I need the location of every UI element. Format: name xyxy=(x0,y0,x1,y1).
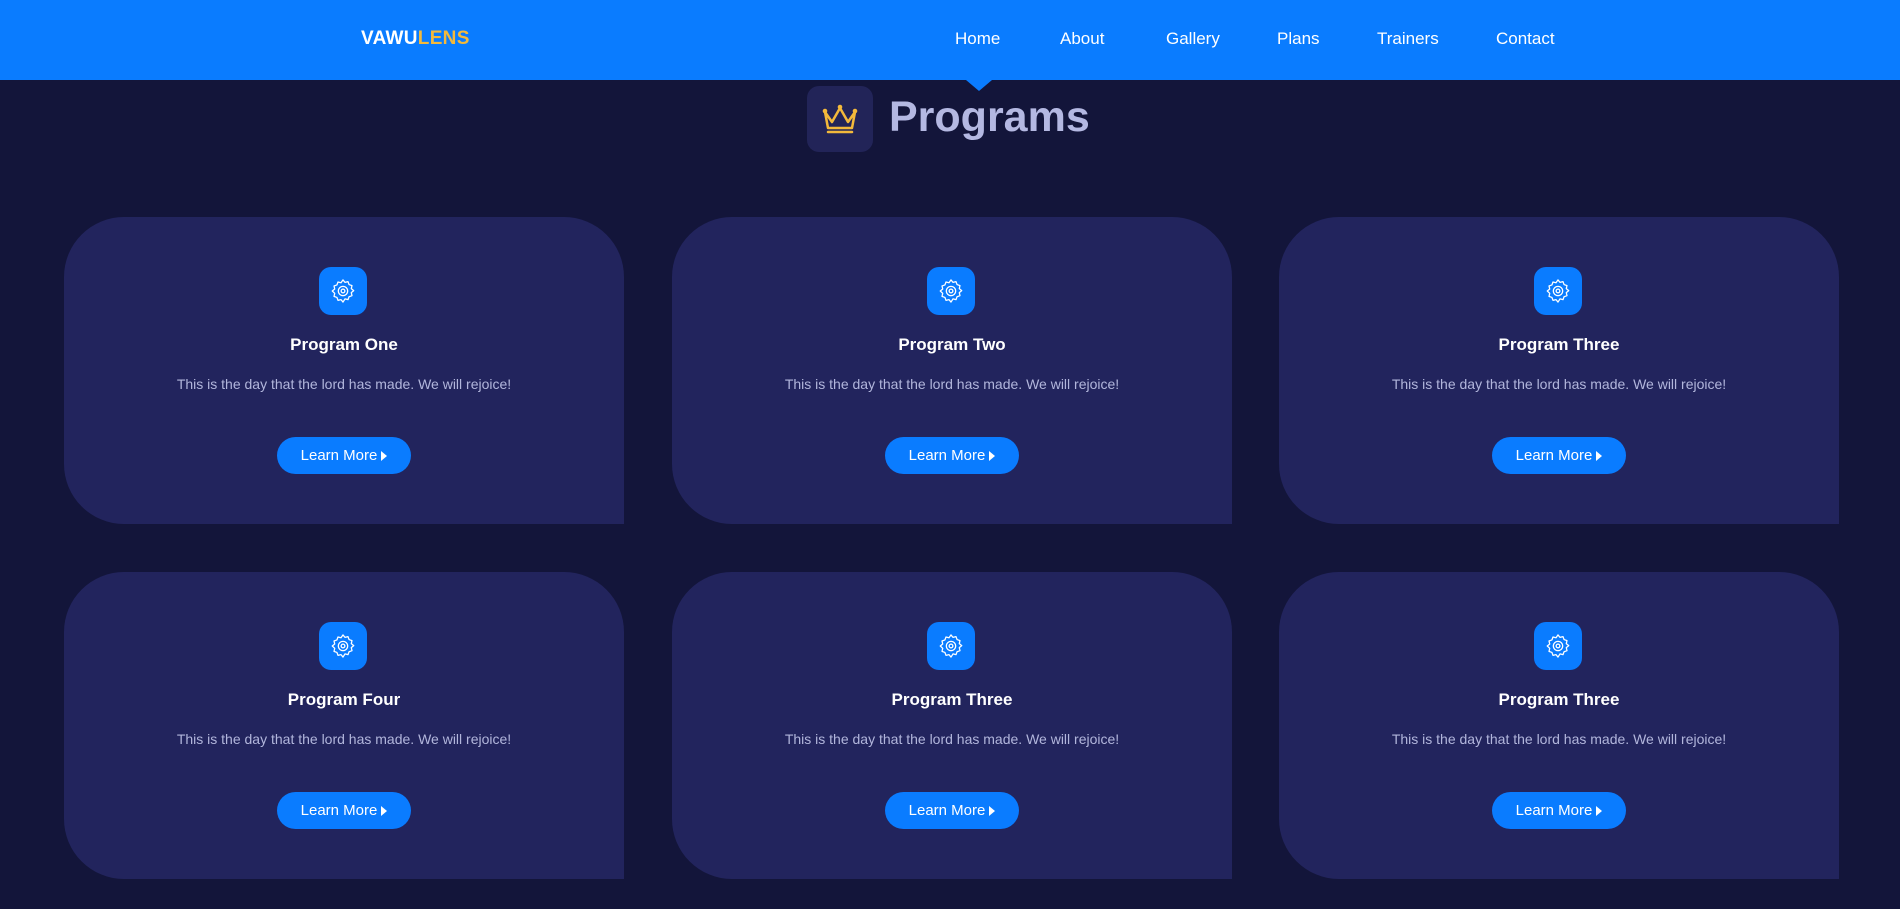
learn-more-label: Learn More xyxy=(908,447,986,464)
learn-more-label: Learn More xyxy=(300,447,378,464)
program-card: Program Three This is the day that the lo… xyxy=(1279,217,1839,524)
program-card: Program Three This is the day that the lo… xyxy=(1279,572,1839,879)
navbar: VAWULENS Home About Gallery Plans Traine… xyxy=(0,0,1900,80)
card-title: Program Two xyxy=(898,335,1006,354)
card-description: This is the day that the lord has made. … xyxy=(1391,731,1727,747)
nav-links: Home About Gallery Plans Trainers Contac… xyxy=(0,29,1900,53)
learn-more-button[interactable]: Learn More xyxy=(885,437,1019,474)
program-card: Program One This is the day that the lord… xyxy=(64,217,624,524)
nav-trainers[interactable]: Trainers xyxy=(1377,29,1439,49)
card-description: This is the day that the lord has made. … xyxy=(784,731,1120,747)
card-description: This is the day that the lord has made. … xyxy=(784,376,1120,392)
card-title: Program Three xyxy=(1498,690,1620,709)
caret-right-icon xyxy=(1596,805,1603,816)
program-card: Program Three This is the day that the lo… xyxy=(672,572,1232,879)
learn-more-button[interactable]: Learn More xyxy=(885,792,1019,829)
program-card: Program Two This is the day that the lord… xyxy=(672,217,1232,524)
learn-more-label: Learn More xyxy=(1515,447,1593,464)
nav-plans[interactable]: Plans xyxy=(1277,29,1320,49)
program-card: Program Four This is the day that the lor… xyxy=(64,572,624,879)
nav-contact[interactable]: Contact xyxy=(1496,29,1555,49)
nav-home[interactable]: Home xyxy=(955,29,1000,49)
learn-more-button[interactable]: Learn More xyxy=(1492,792,1626,829)
gear-icon xyxy=(319,267,367,315)
gear-icon xyxy=(1534,622,1582,670)
card-title: Program Three xyxy=(891,690,1013,709)
caret-right-icon xyxy=(1596,450,1603,461)
gear-icon xyxy=(319,622,367,670)
learn-more-button[interactable]: Learn More xyxy=(277,792,411,829)
gear-icon xyxy=(927,267,975,315)
card-title: Program Three xyxy=(1498,335,1620,354)
card-description: This is the day that the lord has made. … xyxy=(176,731,512,747)
gear-icon xyxy=(927,622,975,670)
gear-icon xyxy=(1534,267,1582,315)
caret-right-icon xyxy=(989,450,996,461)
caret-right-icon xyxy=(381,805,388,816)
caret-right-icon xyxy=(381,450,388,461)
card-description: This is the day that the lord has made. … xyxy=(1391,376,1727,392)
nav-about[interactable]: About xyxy=(1060,29,1104,49)
learn-more-label: Learn More xyxy=(908,802,986,819)
learn-more-button[interactable]: Learn More xyxy=(277,437,411,474)
card-title: Program One xyxy=(290,335,398,354)
learn-more-button[interactable]: Learn More xyxy=(1492,437,1626,474)
learn-more-label: Learn More xyxy=(1515,802,1593,819)
learn-more-label: Learn More xyxy=(300,802,378,819)
card-description: This is the day that the lord has made. … xyxy=(176,376,512,392)
card-title: Program Four xyxy=(287,690,401,709)
nav-gallery[interactable]: Gallery xyxy=(1166,29,1220,49)
section-title: Programs xyxy=(889,93,1090,141)
crown-icon xyxy=(807,86,873,152)
active-nav-indicator xyxy=(966,80,992,91)
caret-right-icon xyxy=(989,805,996,816)
